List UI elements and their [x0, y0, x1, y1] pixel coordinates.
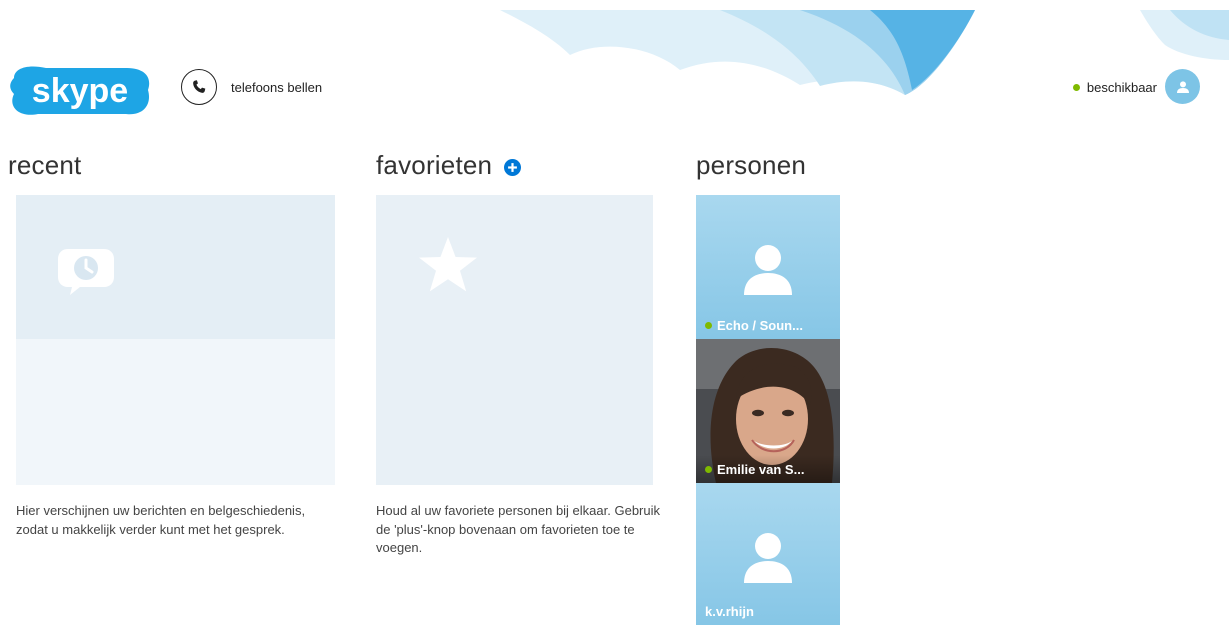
favorites-description: Houd al uw favoriete personen bij elkaar… — [376, 503, 660, 555]
status-label: beschikbaar — [1086, 80, 1157, 95]
contact-name-bar: Emilie van S... — [696, 455, 840, 483]
recent-heading: recent — [8, 150, 82, 180]
favorites-heading-group: favorieten — [376, 150, 522, 181]
favorites-tile — [376, 195, 653, 485]
favorites-heading: favorieten — [376, 150, 493, 180]
phone-icon — [181, 69, 217, 105]
contact-name: Emilie van S... — [717, 461, 805, 477]
skype-logo-text: skype — [32, 72, 128, 110]
contact-tile[interactable]: k.v.rhijn — [696, 483, 840, 625]
profile-avatar-button[interactable] — [1165, 69, 1200, 104]
user-icon — [1176, 80, 1189, 93]
star-icon — [419, 237, 477, 292]
skype-logo: skype — [10, 66, 150, 115]
call-phones-label: telefoons bellen — [231, 79, 323, 95]
plus-icon — [508, 163, 518, 172]
online-status-dot — [705, 465, 712, 473]
contact-name: k.v.rhijn — [705, 603, 754, 619]
contact-tile[interactable]: Echo / Soun... — [696, 195, 840, 339]
recent-tile — [16, 195, 335, 485]
online-status-dot — [1072, 84, 1080, 91]
people-heading: personen — [696, 150, 807, 180]
contact-silhouette-icon — [744, 533, 792, 583]
contact-name-bar: Echo / Soun... — [696, 311, 840, 339]
contact-silhouette-icon — [744, 245, 792, 295]
people-list: Echo / Soun... Emilie van S... k.v.rhijn — [696, 195, 840, 625]
online-status-dot — [705, 321, 712, 329]
add-favorite-button[interactable] — [504, 159, 522, 176]
clock-chat-icon — [58, 249, 114, 295]
contact-tile[interactable]: Emilie van S... — [696, 339, 840, 483]
call-phones-button[interactable]: telefoons bellen — [181, 69, 322, 105]
recent-description: Hier verschijnen uw berichten en belgesc… — [16, 503, 306, 537]
contact-name-bar: k.v.rhijn — [696, 597, 840, 625]
contact-name: Echo / Soun... — [717, 317, 803, 333]
availability-status[interactable]: beschikbaar — [1072, 80, 1157, 95]
